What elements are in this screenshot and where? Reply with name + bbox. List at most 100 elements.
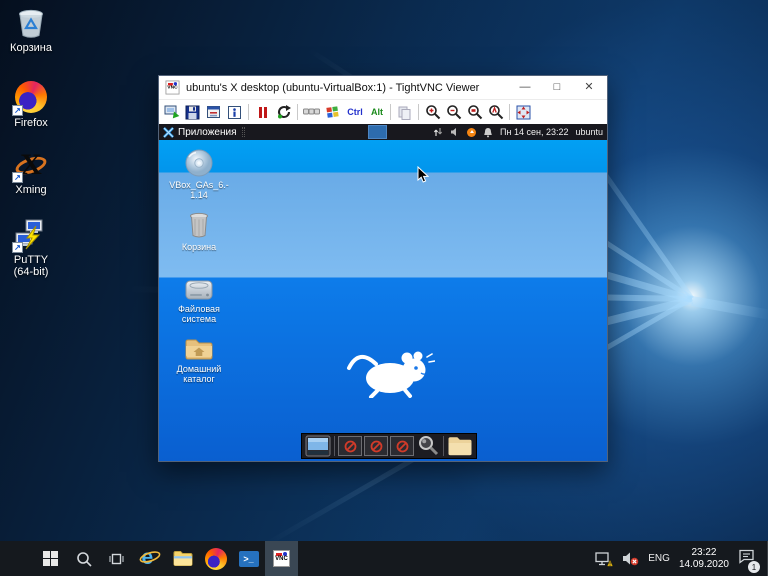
desktop-icon-vbox-additions[interactable]: VBox_GAs_6.- 1.14 — [167, 148, 231, 200]
search-button[interactable] — [67, 541, 100, 576]
harddrive-icon — [184, 278, 214, 302]
file-manager-dock-button[interactable] — [447, 435, 473, 457]
icon-label: 1.14 — [167, 190, 231, 200]
tightvnc-taskbar-button[interactable]: VNC — [265, 541, 298, 576]
powershell-icon: >_ — [239, 551, 259, 567]
maximize-button[interactable]: □ — [541, 76, 573, 99]
ctrl-key-button[interactable]: Ctrl — [344, 103, 366, 122]
zoom-auto-button[interactable] — [486, 103, 505, 122]
new-connection-button[interactable] — [162, 103, 181, 122]
firefox-icon: ↗ — [14, 81, 48, 115]
xfce-dock — [301, 433, 477, 459]
tightvnc-logo-icon: VNC — [273, 550, 290, 567]
workspace-button-3[interactable] — [390, 436, 414, 456]
windows-taskbar: e >_ VNC — [0, 541, 768, 576]
desktop-icon-filesystem[interactable]: Файловая система — [167, 278, 231, 324]
recycle-bin-icon — [14, 6, 48, 40]
internet-explorer-icon: e — [139, 548, 161, 570]
powershell-button[interactable]: >_ — [232, 541, 265, 576]
clipboard-transfer-icon — [395, 103, 414, 122]
workspace-button-1[interactable] — [338, 436, 362, 456]
desktop-icon-firefox[interactable]: ↗ Firefox — [2, 80, 60, 129]
connection-info-button[interactable] — [225, 103, 244, 122]
action-center-button[interactable]: 1 — [738, 548, 755, 569]
win-key-button[interactable] — [323, 103, 342, 122]
alt-key-button[interactable]: Alt — [368, 103, 386, 122]
wallpaper-ray — [691, 296, 768, 321]
notification-bell-icon[interactable] — [483, 127, 493, 138]
xfce-mouse-logo — [345, 344, 435, 403]
taskbar-date: 14.09.2020 — [679, 559, 729, 571]
icon-label: Файловая — [167, 304, 231, 314]
panel-clock[interactable]: Пн 14 сен, 23:22 — [500, 127, 568, 137]
desktop-icon-recycle-bin[interactable]: Корзина — [2, 6, 60, 54]
zoom-out-button[interactable] — [444, 103, 463, 122]
close-button[interactable]: ✕ — [573, 76, 605, 99]
icon-label: VBox_GAs_6.- — [167, 180, 231, 190]
desktop-icon-trash[interactable]: Корзина — [167, 210, 231, 252]
icon-label: каталог — [167, 374, 231, 384]
toolbar-separator — [248, 104, 249, 120]
volume-muted-icon[interactable] — [622, 551, 639, 566]
icon-label: Домашний — [167, 364, 231, 374]
windows-desktop: Корзина ↗ Firefox X ↗ Xming ↗ — [0, 0, 768, 576]
taskbar-clock[interactable]: 23:22 14.09.2020 — [679, 547, 729, 571]
system-tray: ENG 23:22 14.09.2020 1 — [595, 541, 767, 576]
taskbar-time: 23:22 — [679, 547, 729, 559]
zoom-100-button[interactable] — [465, 103, 484, 122]
vnc-toolbar: Ctrl Alt — [159, 99, 607, 124]
desktop-icon-putty[interactable]: ↗ PuTTY (64-bit) — [2, 218, 60, 278]
refresh-button[interactable] — [274, 103, 293, 122]
toolbar-separator — [418, 104, 419, 120]
ctrl-alt-del-icon[interactable] — [302, 103, 321, 122]
fullscreen-button[interactable] — [514, 103, 533, 122]
home-folder-icon — [184, 336, 214, 362]
language-indicator[interactable]: ENG — [648, 553, 670, 564]
network-updown-icon[interactable] — [433, 127, 443, 137]
icon-label: система — [167, 314, 231, 324]
internet-explorer-button[interactable]: e — [133, 541, 166, 576]
vnc-viewer-window: VNC ubuntu's X desktop (ubuntu-VirtualBo… — [158, 75, 608, 462]
shortcut-arrow-icon: ↗ — [12, 172, 23, 183]
cd-icon — [184, 148, 214, 178]
panel-grip — [242, 127, 245, 137]
save-session-button[interactable] — [183, 103, 202, 122]
window-title: ubuntu's X desktop (ubuntu-VirtualBox:1)… — [186, 82, 509, 94]
panel-user[interactable]: ubuntu — [575, 127, 603, 137]
firefox-taskbar-button[interactable] — [199, 541, 232, 576]
minimize-button[interactable]: — — [509, 76, 541, 99]
pause-button[interactable] — [253, 103, 272, 122]
desktop-icon-label: PuTTY — [2, 254, 60, 266]
toolbar-separator — [390, 104, 391, 120]
desktop-icon-label-line2: (64-bit) — [2, 266, 60, 278]
vnc-title-bar[interactable]: VNC ubuntu's X desktop (ubuntu-VirtualBo… — [159, 76, 607, 99]
panel-tray: Пн 14 сен, 23:22 ubuntu — [433, 127, 603, 138]
xfce-top-panel: Приложения Пн 14 сен, — [159, 124, 607, 140]
desktop-icon-xming[interactable]: X ↗ Xming — [2, 148, 60, 196]
show-desktop-button[interactable] — [305, 435, 331, 457]
mouse-cursor — [417, 166, 429, 189]
workspace-pager[interactable] — [368, 125, 387, 139]
network-status-icon[interactable] — [595, 551, 613, 567]
file-explorer-button[interactable] — [166, 541, 199, 576]
desktop-icon-home[interactable]: Домашний каталог — [167, 336, 231, 384]
toolbar-separator — [297, 104, 298, 120]
connection-options-button[interactable] — [204, 103, 223, 122]
taskbar-left: e >_ VNC — [0, 541, 298, 576]
vnc-remote-screen: Приложения Пн 14 сен, — [159, 124, 607, 461]
volume-icon[interactable] — [450, 127, 460, 137]
workspace-button-2[interactable] — [364, 436, 388, 456]
dock-separator — [443, 436, 444, 456]
applications-menu[interactable]: Приложения — [178, 127, 237, 138]
update-indicator-icon[interactable] — [467, 128, 476, 137]
start-button[interactable] — [34, 541, 67, 576]
xfce-desktop: VBox_GAs_6.- 1.14 Корзина — [159, 140, 607, 461]
firefox-icon — [205, 548, 227, 570]
toolbar-separator — [509, 104, 510, 120]
task-view-button[interactable] — [100, 541, 133, 576]
shortcut-arrow-icon: ↗ — [12, 105, 23, 116]
icon-label: Корзина — [167, 242, 231, 252]
trash-icon — [185, 210, 213, 240]
zoom-in-button[interactable] — [423, 103, 442, 122]
search-dock-button[interactable] — [416, 434, 440, 458]
